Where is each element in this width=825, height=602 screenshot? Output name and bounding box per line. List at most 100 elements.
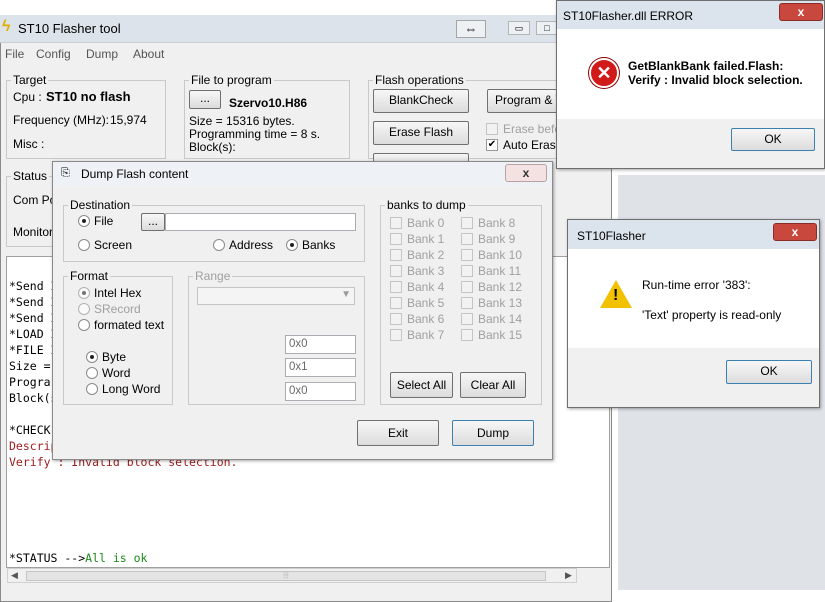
bank-checkbox[interactable] xyxy=(390,281,402,293)
bank-checkbox[interactable] xyxy=(461,329,473,341)
bank-checkbox-label: Bank 14 xyxy=(478,312,523,326)
format-srecord-radio[interactable] xyxy=(78,303,90,315)
erase-before-checkbox[interactable] xyxy=(486,123,498,135)
dll-error-dialog: ST10Flasher.dll ERROR x ✕ GetBlankBank f… xyxy=(556,0,825,169)
dll-error-ok-button[interactable]: OK xyxy=(731,128,815,151)
status-line-prefix: *STATUS --> xyxy=(9,551,86,565)
frequency-label: Frequency (MHz): xyxy=(13,113,110,127)
bank-checkbox-label: Bank 15 xyxy=(478,328,523,342)
bank-checkbox[interactable] xyxy=(390,329,402,341)
destination-file-input[interactable] xyxy=(165,213,356,231)
destination-browse-button[interactable]: ... xyxy=(141,213,165,231)
range-field-3[interactable]: 0x0 xyxy=(285,382,356,401)
flash-operations-legend: Flash operations xyxy=(375,73,464,87)
size-word-radio[interactable] xyxy=(86,367,98,379)
monitor-label: Monitor xyxy=(13,225,54,239)
status-line-value: All is ok xyxy=(85,551,148,565)
auto-erase-checkbox[interactable]: ✔ xyxy=(486,139,498,151)
bank-checkbox-label: Bank 1 xyxy=(407,232,445,246)
destination-address-radio[interactable] xyxy=(213,239,225,251)
bank-checkbox[interactable] xyxy=(461,265,473,277)
dll-error-line-2: Verify : Invalid block selection. xyxy=(628,73,803,87)
bank-checkbox[interactable] xyxy=(390,297,402,309)
size-byte-radio[interactable] xyxy=(86,351,98,363)
dump-dialog-close-button[interactable]: x xyxy=(505,164,547,182)
format-intel-hex-radio[interactable] xyxy=(78,287,90,299)
format-intel-hex-label: Intel Hex xyxy=(94,286,142,300)
status-line: *STATUS -->All is ok xyxy=(9,550,147,566)
format-text-label: formated text xyxy=(94,318,165,332)
range-field-2[interactable]: 0x1 xyxy=(285,358,356,377)
dump-dialog-title-bar: ⎘ Dump Flash content x xyxy=(53,162,552,186)
menu-file[interactable]: File xyxy=(5,47,24,61)
format-text-radio[interactable] xyxy=(78,319,90,331)
bank-checkbox[interactable] xyxy=(390,217,402,229)
destination-file-radio[interactable] xyxy=(78,215,90,227)
destination-screen-radio[interactable] xyxy=(78,239,90,251)
select-all-button[interactable]: Select All xyxy=(390,372,453,398)
bank-checkbox[interactable] xyxy=(461,281,473,293)
range-legend: Range xyxy=(195,269,231,283)
bank-checkbox-label: Bank 13 xyxy=(478,296,523,310)
file-to-program-legend: File to program xyxy=(191,73,272,87)
status-legend: Status xyxy=(13,169,48,183)
bank-checkbox[interactable] xyxy=(390,265,402,277)
scroll-left-icon[interactable]: ◀ xyxy=(11,570,18,581)
program-verify-button[interactable]: Program & Ve xyxy=(487,89,557,113)
cpu-label: Cpu : xyxy=(13,90,42,104)
menu-dump[interactable]: Dump xyxy=(86,47,118,61)
destination-file-label: File xyxy=(94,214,114,228)
warning-icon: ! xyxy=(600,280,632,308)
resize-toggle-icon[interactable]: ⇔ xyxy=(456,20,486,38)
bank-checkbox[interactable] xyxy=(461,233,473,245)
bank-checkbox[interactable] xyxy=(461,217,473,229)
destination-legend: Destination xyxy=(70,198,131,212)
bank-checkbox-label: Bank 6 xyxy=(407,312,445,326)
dump-dialog-icon: ⎘ xyxy=(61,167,70,179)
log-horizontal-scrollbar[interactable]: ◀ ⦙⦙⦙ ▶ xyxy=(7,568,577,583)
dll-error-close-button[interactable]: x xyxy=(779,3,823,21)
range-field-1[interactable]: 0x0 xyxy=(285,335,356,354)
bank-checkbox[interactable] xyxy=(390,313,402,325)
range-dropdown[interactable]: ▼ xyxy=(197,287,355,305)
maximize-button[interactable]: □ xyxy=(536,21,558,35)
runtime-error-title-bar: ST10Flasher x xyxy=(568,220,819,249)
browse-file-button[interactable]: ... xyxy=(189,90,221,109)
minimize-button[interactable]: ▭ xyxy=(508,21,530,35)
runtime-error-ok-button[interactable]: OK xyxy=(726,360,812,384)
destination-screen-label: Screen xyxy=(94,238,133,252)
format-legend: Format xyxy=(70,269,109,283)
bank-checkbox-label: Bank 8 xyxy=(478,216,516,230)
size-long-word-radio[interactable] xyxy=(86,383,98,395)
blank-check-button[interactable]: BlankCheck xyxy=(373,89,469,113)
bank-checkbox[interactable] xyxy=(461,297,473,309)
app-lightning-icon: ϟ xyxy=(2,18,11,35)
bank-checkbox-label: Bank 2 xyxy=(407,248,445,262)
menu-about[interactable]: About xyxy=(133,47,164,61)
bank-checkbox-label: Bank 9 xyxy=(478,232,516,246)
program-filename: Szervo10.H86 xyxy=(229,96,308,110)
blocks-text: Block(s): xyxy=(189,140,236,154)
dump-dialog-title: Dump Flash content xyxy=(81,167,189,181)
bank-checkbox[interactable] xyxy=(461,249,473,261)
dll-error-title-bar: ST10Flasher.dll ERROR x xyxy=(557,1,824,29)
programming-time-text: Programming time = 8 s. xyxy=(189,127,321,141)
menu-config[interactable]: Config xyxy=(36,47,71,61)
clear-all-button[interactable]: Clear All xyxy=(460,372,526,398)
runtime-error-close-button[interactable]: x xyxy=(773,223,817,241)
dump-button[interactable]: Dump xyxy=(452,420,534,446)
scroll-right-icon[interactable]: ▶ xyxy=(565,570,572,581)
destination-banks-radio[interactable] xyxy=(286,239,298,251)
auto-erase-label: Auto Erase xyxy=(503,138,563,152)
scroll-thumb[interactable]: ⦙⦙⦙ xyxy=(26,571,546,581)
bank-checkbox[interactable] xyxy=(461,313,473,325)
bank-checkbox-label: Bank 10 xyxy=(478,248,523,262)
bank-checkbox[interactable] xyxy=(390,249,402,261)
destination-banks-label: Banks xyxy=(302,238,336,252)
exit-button[interactable]: Exit xyxy=(357,420,439,446)
bank-checkbox[interactable] xyxy=(390,233,402,245)
misc-label: Misc : xyxy=(13,137,45,151)
erase-flash-button[interactable]: Erase Flash xyxy=(373,121,469,145)
runtime-error-line-1: Run-time error '383': xyxy=(642,278,751,292)
